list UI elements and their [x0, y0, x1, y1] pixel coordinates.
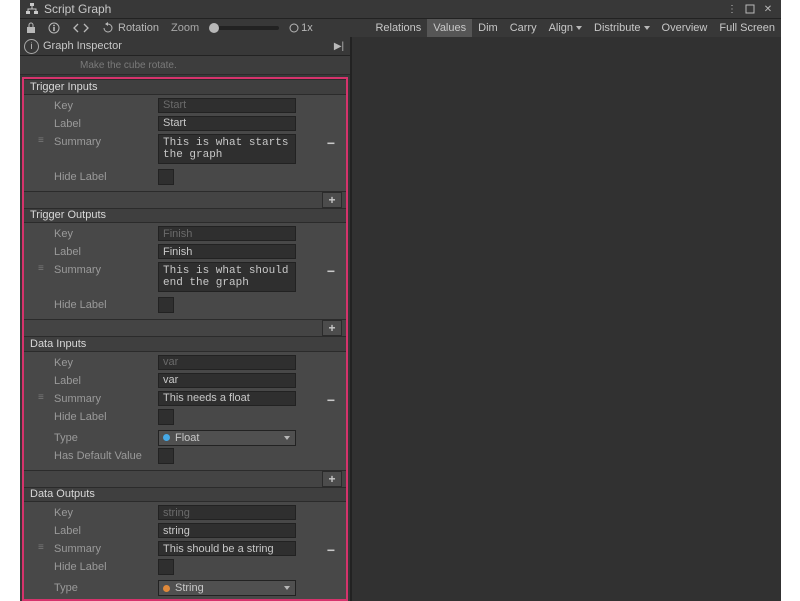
do-hidelabel-checkbox[interactable] — [158, 559, 174, 575]
do-label-label: Label — [54, 523, 158, 539]
graph-canvas[interactable] — [352, 37, 781, 601]
to-hidelabel-label: Hide Label — [54, 297, 158, 313]
data-inputs-fields: − Key Label ≡ Summary Hi — [24, 352, 346, 470]
tab-overview[interactable]: Overview — [656, 19, 714, 37]
do-type-label: Type — [54, 580, 158, 596]
tab-relations[interactable]: Relations — [369, 19, 427, 37]
window-menu-icon[interactable]: ⋮ — [725, 2, 739, 16]
add-data-input-button[interactable]: + — [322, 471, 342, 487]
rotation-button[interactable]: Rotation — [96, 19, 165, 37]
inspector-crumb: Make the cube rotate. — [20, 56, 350, 75]
window-title: Script Graph — [44, 2, 111, 16]
tab-carry[interactable]: Carry — [504, 19, 543, 37]
data-outputs-fields: − Key Label ≡ Summary Hi — [24, 502, 346, 599]
app-window: Script Graph ⋮ ✕ Rotation Zoom 1x — [20, 0, 781, 600]
inspector-header: i Graph Inspector ▶| — [20, 37, 350, 56]
collapse-right-icon[interactable]: ▶| — [332, 39, 346, 53]
to-label-label: Label — [54, 244, 158, 260]
ti-label-label: Label — [54, 116, 158, 132]
di-hidelabel-label: Hide Label — [54, 409, 158, 425]
ti-key-input[interactable] — [158, 98, 296, 113]
data-inputs-addbar: + — [24, 470, 346, 487]
trigger-outputs-addbar: + — [24, 319, 346, 336]
do-label-input[interactable] — [158, 523, 296, 538]
add-trigger-input-button[interactable]: + — [322, 192, 342, 208]
section-data-outputs[interactable]: Data Outputs — [24, 487, 346, 503]
section-trigger-outputs[interactable]: Trigger Outputs — [24, 208, 346, 224]
tab-align[interactable]: Align — [543, 19, 588, 37]
info-button[interactable] — [42, 19, 66, 37]
di-hasdefault-label: Has Default Value — [54, 448, 158, 464]
di-key-label: Key — [54, 355, 158, 371]
trigger-outputs-fields: − Key Label ≡ Summary This is what shoul… — [24, 223, 346, 319]
do-summary-label: Summary — [54, 541, 158, 557]
drag-handle-icon[interactable]: ≡ — [38, 264, 45, 274]
di-label-input[interactable] — [158, 373, 296, 388]
ti-key-label: Key — [54, 98, 158, 114]
hierarchy-icon — [26, 3, 38, 15]
do-type-dropdown[interactable]: String — [158, 580, 296, 596]
string-type-dot-icon — [163, 585, 170, 592]
di-type-dropdown[interactable]: Float — [158, 430, 296, 446]
trigger-inputs-addbar: + — [24, 191, 346, 208]
tab-dim[interactable]: Dim — [472, 19, 504, 37]
to-summary-input[interactable]: This is what should end the graph — [158, 262, 296, 292]
ti-label-input[interactable] — [158, 116, 296, 131]
do-type-value: String — [175, 582, 204, 594]
code-button[interactable] — [67, 19, 95, 37]
drag-handle-icon[interactable]: ≡ — [38, 136, 45, 146]
do-hidelabel-label: Hide Label — [54, 559, 158, 575]
tab-distribute[interactable]: Distribute — [588, 19, 655, 37]
di-type-label: Type — [54, 430, 158, 446]
tab-values[interactable]: Values — [427, 19, 472, 37]
to-summary-label: Summary — [54, 262, 158, 278]
tab-fullscreen[interactable]: Full Screen — [713, 19, 781, 37]
window-maximize-icon[interactable] — [743, 2, 757, 16]
zoom-reset-button[interactable]: 1x — [283, 19, 319, 37]
titlebar: Script Graph ⋮ ✕ — [20, 0, 781, 18]
info-icon: i — [24, 39, 39, 54]
to-key-input[interactable] — [158, 226, 296, 241]
highlighted-region: Trigger Inputs − Key Label ≡ Summary Thi — [22, 77, 348, 601]
window-close-icon[interactable]: ✕ — [761, 2, 775, 16]
add-trigger-output-button[interactable]: + — [322, 320, 342, 336]
do-key-input[interactable] — [158, 505, 296, 520]
do-summary-input[interactable] — [158, 541, 296, 556]
to-key-label: Key — [54, 226, 158, 242]
top-toolbar: Rotation Zoom 1x Relations Values Dim Ca… — [20, 18, 781, 37]
graph-inspector-panel: i Graph Inspector ▶| Make the cube rotat… — [20, 37, 352, 601]
ti-summary-input[interactable]: This is what starts the graph — [158, 134, 296, 164]
drag-handle-icon[interactable]: ≡ — [38, 393, 45, 403]
di-label-label: Label — [54, 373, 158, 389]
lock-button[interactable] — [20, 19, 42, 37]
float-type-dot-icon — [163, 434, 170, 441]
to-label-input[interactable] — [158, 244, 296, 259]
trigger-inputs-fields: − Key Label ≡ Summary This is what start… — [24, 95, 346, 191]
zoom-label: Zoom — [165, 22, 205, 34]
di-hidelabel-checkbox[interactable] — [158, 409, 174, 425]
di-type-value: Float — [175, 432, 199, 444]
di-key-input[interactable] — [158, 355, 296, 370]
do-key-label: Key — [54, 505, 158, 521]
di-summary-label: Summary — [54, 391, 158, 407]
drag-handle-icon[interactable]: ≡ — [38, 543, 45, 553]
section-trigger-inputs[interactable]: Trigger Inputs — [24, 79, 346, 95]
ti-hidelabel-checkbox[interactable] — [158, 169, 174, 185]
di-hasdefault-checkbox[interactable] — [158, 448, 174, 464]
di-summary-input[interactable] — [158, 391, 296, 406]
to-hidelabel-checkbox[interactable] — [158, 297, 174, 313]
zoom-value: 1x — [301, 22, 313, 34]
ti-summary-label: Summary — [54, 134, 158, 150]
rotation-label: Rotation — [118, 22, 159, 34]
ti-hidelabel-label: Hide Label — [54, 169, 158, 185]
section-data-inputs[interactable]: Data Inputs — [24, 336, 346, 352]
inspector-title: Graph Inspector — [43, 40, 122, 52]
zoom-slider[interactable] — [209, 26, 279, 30]
